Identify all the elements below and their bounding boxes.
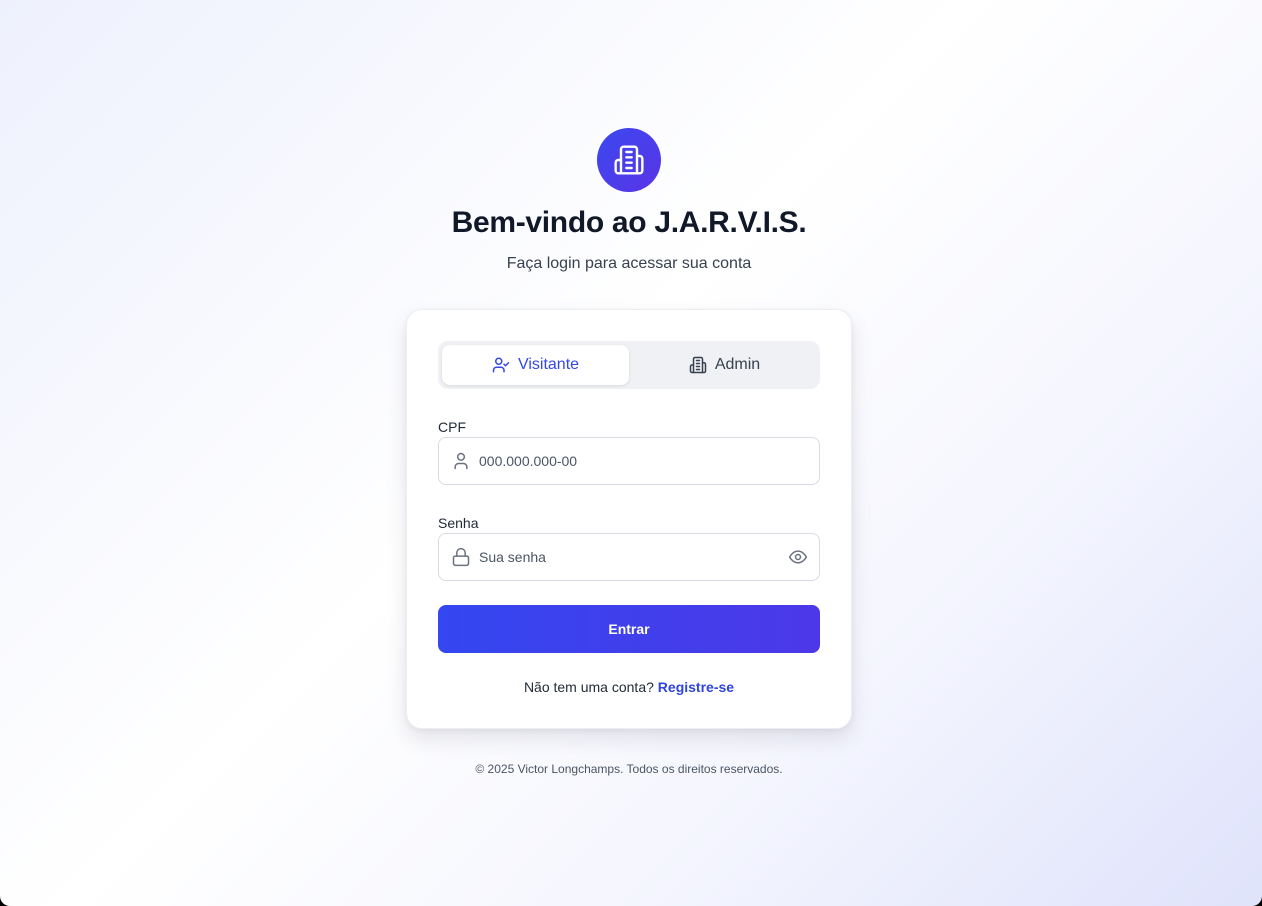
tab-visitante[interactable]: Visitante xyxy=(442,345,629,385)
app-logo xyxy=(597,128,661,192)
user-check-icon xyxy=(492,357,510,373)
login-card: Visitante Admin CPF Senha xyxy=(406,309,852,729)
login-submit-button[interactable]: Entrar xyxy=(438,605,820,653)
login-type-tabs: Visitante Admin xyxy=(438,341,820,389)
cpf-field-wrapper xyxy=(438,437,820,485)
register-link[interactable]: Registre-se xyxy=(658,679,734,695)
eye-icon[interactable] xyxy=(787,547,809,567)
tab-admin[interactable]: Admin xyxy=(633,345,816,385)
building-icon xyxy=(614,145,644,175)
password-field-wrapper xyxy=(438,533,820,581)
password-input[interactable] xyxy=(479,534,779,580)
user-icon xyxy=(454,452,468,470)
cpf-label: CPF xyxy=(438,419,466,435)
page-title: Bem-vindo ao J.A.R.V.I.S. xyxy=(451,206,807,239)
tab-visitante-label: Visitante xyxy=(517,356,580,373)
register-prompt-text: Não tem uma conta? xyxy=(523,679,654,695)
lock-icon xyxy=(452,547,470,567)
building-icon xyxy=(689,356,707,374)
password-label: Senha xyxy=(438,515,479,531)
login-page: Bem-vindo ao J.A.R.V.I.S. Faça login par… xyxy=(0,0,1262,906)
cpf-input[interactable] xyxy=(479,438,779,484)
register-prompt: Não tem uma conta? Registre-se xyxy=(407,679,851,695)
tab-admin-label: Admin xyxy=(714,356,761,373)
footer-copyright: © 2025 Victor Longchamps. Todos os direi… xyxy=(475,762,783,776)
page-subtitle: Faça login para acessar sua conta xyxy=(506,255,752,272)
